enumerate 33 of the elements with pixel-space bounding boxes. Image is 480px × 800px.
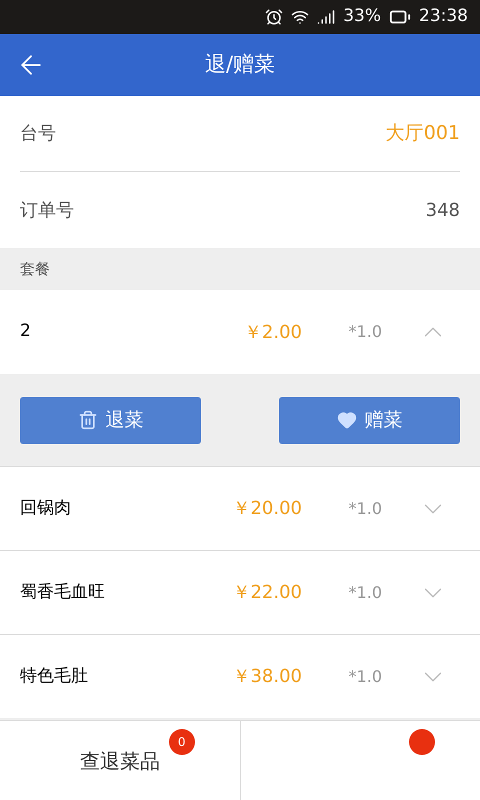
dish-quantity: *1.0 bbox=[348, 498, 382, 520]
dish-price: ￥22.00 bbox=[231, 581, 302, 605]
dish-price: ￥20.00 bbox=[231, 497, 302, 521]
dish-name: 特色毛肚 bbox=[20, 664, 89, 688]
info-label: 订单号 bbox=[20, 198, 74, 222]
dish-name: 回锅肉 bbox=[20, 496, 72, 520]
dish-quantity: *1.0 bbox=[348, 582, 382, 604]
bottom-tab[interactable]: 查退菜品 bbox=[72, 740, 168, 780]
signal-icon bbox=[317, 8, 336, 26]
dish-price: ￥38.00 bbox=[231, 665, 302, 689]
heart-icon bbox=[336, 410, 356, 430]
dish-name: 2 bbox=[20, 320, 32, 344]
dish-row[interactable]: 蜀香毛血旺 ￥22.00 *1.0 bbox=[0, 550, 480, 634]
info-value: 348 bbox=[426, 198, 460, 222]
dish-row[interactable]: 回锅肉 ￥20.00 *1.0 bbox=[0, 466, 480, 550]
trash-icon bbox=[78, 410, 98, 430]
alarm-icon bbox=[265, 8, 284, 26]
battery-percent: 33% bbox=[343, 5, 381, 28]
count-badge: 0 bbox=[168, 728, 195, 754]
dish-quantity: *1.0 bbox=[348, 321, 382, 343]
dish-row[interactable]: 2 ￥2.00 *1.0 bbox=[0, 290, 480, 374]
dish-quantity: *1.0 bbox=[348, 666, 382, 688]
clock-time: 23:38 bbox=[419, 5, 468, 28]
section-title: 套餐 bbox=[20, 258, 50, 280]
dish-row[interactable]: 特色毛肚 ￥38.00 *1.0 bbox=[0, 634, 480, 718]
dish-name: 蜀香毛血旺 bbox=[20, 580, 106, 604]
page-title: 退/赠菜 bbox=[204, 51, 276, 78]
gift-dish-button[interactable]: 赠菜 bbox=[279, 396, 460, 444]
dish-price: ￥2.00 bbox=[242, 320, 302, 344]
wifi-icon bbox=[291, 8, 310, 26]
return-dish-button[interactable]: 退菜 bbox=[20, 396, 201, 444]
info-value: 大厅001 bbox=[386, 121, 460, 146]
info-label: 台号 bbox=[20, 122, 56, 146]
